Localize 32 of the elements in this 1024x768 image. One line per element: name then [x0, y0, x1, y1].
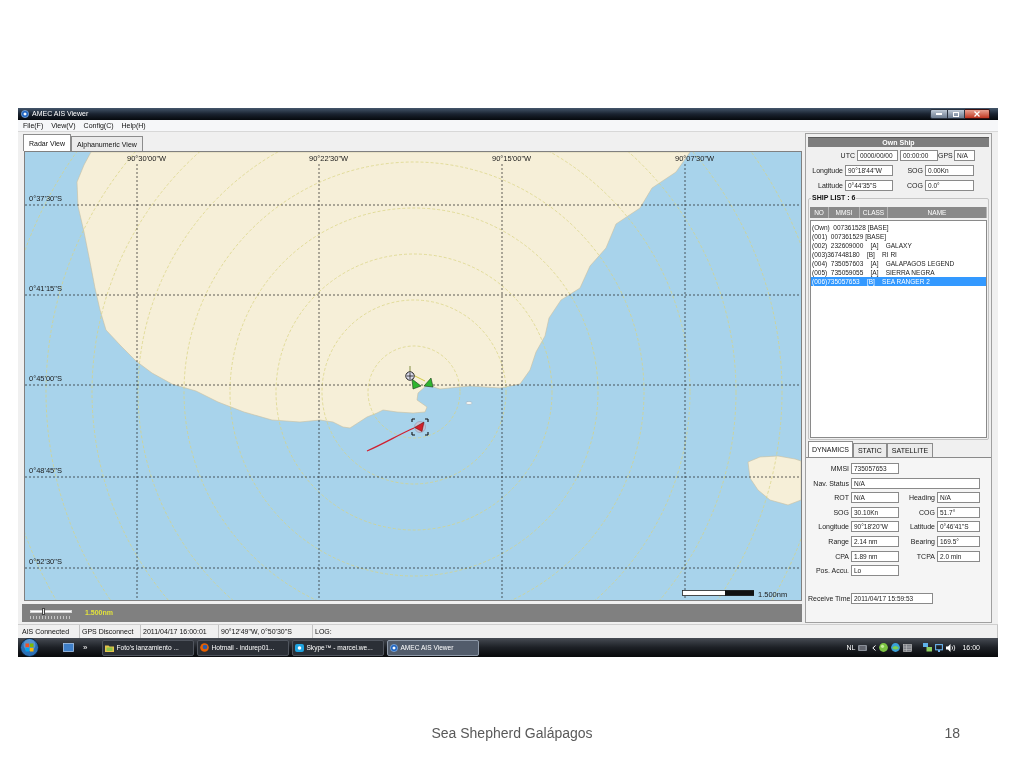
maximize-button[interactable] [948, 109, 965, 119]
island [747, 455, 801, 506]
minimize-button[interactable] [930, 109, 948, 119]
track-line [366, 427, 415, 452]
app-tile-icon [295, 643, 305, 652]
own-ship-icon [405, 365, 415, 381]
chevron-left-icon[interactable] [872, 644, 877, 651]
tray-app-icon[interactable] [903, 643, 913, 652]
network-icon[interactable] [923, 643, 933, 652]
tick-marks-drawing [30, 615, 72, 619]
speaker-icon[interactable] [946, 643, 957, 652]
desktop-icon [63, 643, 74, 652]
folder-icon [105, 643, 115, 652]
tray-app-icon[interactable] [891, 643, 901, 652]
selected-vessel-icon [411, 418, 429, 436]
islet [465, 401, 473, 405]
slider-thumb[interactable] [41, 607, 45, 615]
minimize-icon [936, 113, 942, 115]
close-button[interactable] [965, 109, 990, 119]
close-icon [974, 111, 980, 117]
start-orb-icon [20, 638, 39, 657]
page-number: 18 [944, 725, 960, 741]
keyboard-icon [858, 644, 868, 651]
monitor-icon[interactable] [935, 643, 944, 652]
app-logo-icon [21, 110, 29, 118]
footer-text: Sea Shepherd Galápagos [431, 725, 593, 741]
tray-app-icon[interactable] [879, 643, 889, 652]
maximize-icon [953, 111, 959, 117]
more-button[interactable]: » [83, 641, 88, 654]
browser-icon [200, 643, 210, 652]
start-button[interactable] [20, 638, 39, 657]
app-logo-icon [390, 643, 399, 652]
